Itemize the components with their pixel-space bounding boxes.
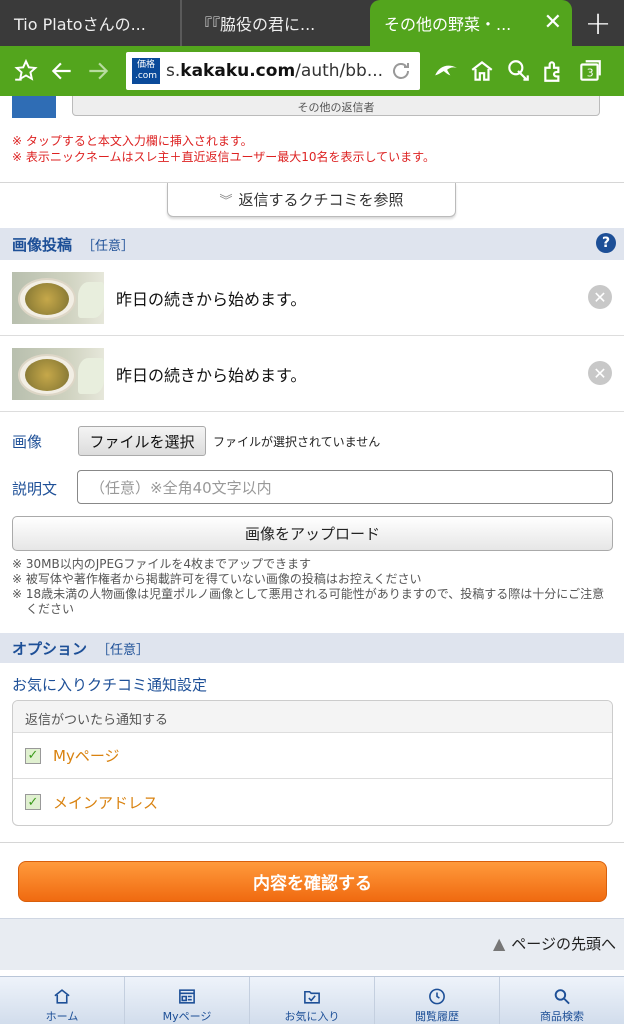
nav-label: 閲覧履歴 xyxy=(415,1010,459,1023)
gesture-touch-icon[interactable] xyxy=(500,53,536,89)
dolphin-gesture-icon[interactable] xyxy=(428,53,464,89)
input-placeholder: （任意）※全角40文字以内 xyxy=(90,478,272,497)
search-icon xyxy=(554,989,570,1005)
nav-mypage[interactable]: Myページ xyxy=(125,977,250,1024)
upload-note: ※ 30MB以内のJPEGファイルを4枚までアップできます xyxy=(12,557,312,571)
section-title: オプション xyxy=(12,639,88,658)
notify-mainaddress-option[interactable]: ✓ メインアドレス xyxy=(13,779,612,825)
optional-tag: ［任意］ xyxy=(97,642,150,658)
remove-image-icon[interactable]: ✕ xyxy=(588,285,612,309)
notify-options-box: 返信がついたら通知する ✓ Myページ ✓ メインアドレス xyxy=(12,700,613,826)
home-icon xyxy=(54,989,70,1004)
image-post-header: 画像投稿 ［任意］ ? xyxy=(0,228,624,260)
notify-mypage-option[interactable]: ✓ Myページ xyxy=(13,733,612,779)
options-header: オプション ［任意］ xyxy=(0,633,624,663)
bookmark-star-icon[interactable] xyxy=(8,53,44,89)
nav-favorites[interactable]: お気に入り xyxy=(250,977,375,1024)
forward-arrow-icon[interactable] xyxy=(80,53,116,89)
image-label: 画像 xyxy=(12,433,43,451)
nav-label: Myページ xyxy=(162,1010,212,1023)
arrow-up-icon: ▲ xyxy=(492,934,506,953)
upload-note: ※ 18歳未満の人物画像は児童ポルノ画像として悪用される可能性がありますので、投… xyxy=(12,587,605,616)
tab-title: Tio Platoさんの... xyxy=(14,15,146,34)
addon-puzzle-icon[interactable] xyxy=(536,53,572,89)
upload-image-button[interactable]: 画像をアップロード xyxy=(12,516,613,551)
user-avatar xyxy=(12,96,56,118)
choose-file-button[interactable]: ファイルを選択 xyxy=(78,426,206,456)
insert-notes: ※ タップすると本文入力欄に挿入されます。 ※ 表示ニックネームはスレ主＋直近返… xyxy=(12,133,435,165)
url-text: s.kakaku.com/auth/bb... xyxy=(166,61,384,81)
upload-note: ※ 被写体や著作権者から掲載許可を得ていない画像の投稿はお控えください xyxy=(12,572,422,586)
option-label: メインアドレス xyxy=(53,793,159,812)
back-arrow-icon[interactable] xyxy=(44,53,80,89)
nav-home[interactable]: ホーム xyxy=(0,977,125,1024)
uploaded-image-row: 昨日の続きから始めます。 ✕ xyxy=(0,336,624,412)
nav-product-search[interactable]: 商品検索 xyxy=(500,977,624,1024)
tab-title: 『『脇役の君に... xyxy=(196,15,316,34)
browser-tab-strip: Tio Platoさんの... 『『脇役の君に... その他の野菜・... ✕ … xyxy=(0,0,624,46)
link-label: ページの先頭へ xyxy=(511,935,616,953)
top-strip: その他の返信者 xyxy=(0,96,624,120)
page-top-bar: ▲ ページの先頭へ xyxy=(0,918,624,970)
browser-toolbar: 価格 .com s.kakaku.com/auth/bb... 3 xyxy=(0,46,624,96)
double-chevron-down-icon: ︾ xyxy=(219,194,233,209)
mypage-icon xyxy=(179,989,195,1004)
other-repliers-button[interactable]: その他の返信者 xyxy=(72,96,600,116)
nav-label: お気に入り xyxy=(284,1010,340,1023)
tab-title: その他の野菜・... xyxy=(384,15,512,34)
description-input[interactable]: （任意）※全角40文字以内 xyxy=(77,470,613,504)
insert-note: ※ タップすると本文入力欄に挿入されます。 xyxy=(12,134,253,148)
optional-tag: ［任意］ xyxy=(82,238,135,254)
image-caption: 昨日の続きから始めます。 xyxy=(116,366,307,385)
tab-count-icon[interactable]: 3 xyxy=(572,53,608,89)
page-content: その他の返信者 ※ タップすると本文入力欄に挿入されます。 ※ 表示ニックネーム… xyxy=(0,96,624,976)
checkbox-checked-icon[interactable]: ✓ xyxy=(25,747,41,764)
svg-text:3: 3 xyxy=(587,66,594,79)
checkbox-checked-icon[interactable]: ✓ xyxy=(25,794,41,810)
browser-tab-1[interactable]: Tio Platoさんの... xyxy=(0,0,182,46)
site-favicon: 価格 .com xyxy=(132,58,160,84)
help-icon[interactable]: ? xyxy=(596,233,616,253)
insert-note: ※ 表示ニックネームはスレ主＋直近返信ユーザー最大10名を表示しています。 xyxy=(12,150,435,164)
file-status: ファイルが選択されていません xyxy=(213,435,381,449)
nav-label: ホーム xyxy=(45,1010,79,1023)
new-tab-icon[interactable]: + xyxy=(572,0,624,46)
image-thumbnail[interactable] xyxy=(12,348,104,400)
nav-label: 商品検索 xyxy=(540,1010,584,1023)
option-label: Myページ xyxy=(53,747,120,765)
notify-options-heading: 返信がついたら通知する xyxy=(13,701,612,733)
button-label: 返信するクチコミを参照 xyxy=(238,191,404,209)
remove-image-icon[interactable]: ✕ xyxy=(588,361,612,385)
uploaded-image-row: 昨日の続きから始めます。 ✕ xyxy=(0,260,624,336)
browser-tab-active[interactable]: その他の野菜・... ✕ xyxy=(370,0,572,46)
address-bar[interactable]: 価格 .com s.kakaku.com/auth/bb... xyxy=(126,52,420,90)
section-title: 画像投稿 xyxy=(12,235,73,254)
home-icon[interactable] xyxy=(464,53,500,89)
confirm-content-button[interactable]: 内容を確認する xyxy=(18,861,607,902)
divider xyxy=(0,842,624,843)
description-label: 説明文 xyxy=(12,480,58,498)
reload-icon[interactable] xyxy=(388,58,414,84)
nav-history[interactable]: 閲覧履歴 xyxy=(375,977,500,1024)
favorite-notify-title: お気に入りクチコミ通知設定 xyxy=(12,676,208,694)
view-reply-target-button[interactable]: ︾ 返信するクチコミを参照 xyxy=(167,183,456,217)
bottom-navigation: ホーム Myページ お気に入り 閲覧履歴 商品検索 xyxy=(0,976,624,1024)
image-thumbnail[interactable] xyxy=(12,272,104,324)
browser-tab-2[interactable]: 『『脇役の君に... xyxy=(182,0,366,46)
history-icon xyxy=(429,988,445,1005)
favorite-icon xyxy=(304,990,320,1004)
page-top-link[interactable]: ▲ ページの先頭へ xyxy=(493,933,616,954)
upload-notes: ※ 30MB以内のJPEGファイルを4枚までアップできます ※ 被写体や著作権者… xyxy=(12,557,612,617)
close-tab-icon[interactable]: ✕ xyxy=(544,12,562,34)
image-caption: 昨日の続きから始めます。 xyxy=(116,290,307,309)
